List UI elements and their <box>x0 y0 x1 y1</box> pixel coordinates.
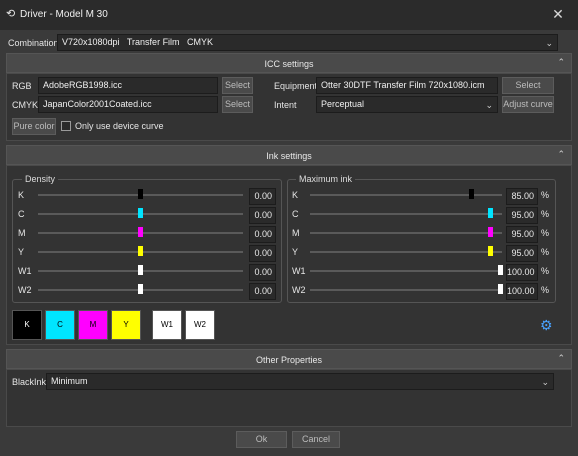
max-ink-value-field[interactable]: 100.00 <box>506 283 538 300</box>
blackink-value: Minimum <box>51 376 88 386</box>
rgb-label: RGB <box>12 81 32 91</box>
cmyk-profile-field[interactable]: JapanColor2001Coated.icc <box>38 96 218 113</box>
density-value-field[interactable]: 0.00 <box>249 207 276 224</box>
max-ink-value-field[interactable]: 95.00 <box>506 226 538 243</box>
max-ink-value-field[interactable]: 100.00 <box>506 264 538 281</box>
ink-swatch-m[interactable]: M <box>78 310 108 340</box>
chevron-up-icon: ⌃ <box>557 57 565 67</box>
max-ink-slider-track[interactable] <box>310 289 502 291</box>
chevron-down-icon: ⌄ <box>485 100 493 110</box>
density-slider-thumb[interactable] <box>138 227 143 237</box>
density-channel-label: W1 <box>18 266 32 276</box>
max-ink-value-field[interactable]: 95.00 <box>506 245 538 262</box>
chevron-down-icon: ⌄ <box>545 38 553 48</box>
max-ink-channel-label: W1 <box>292 266 306 276</box>
ink-swatch-c[interactable]: C <box>45 310 75 340</box>
rgb-profile-field[interactable]: AdobeRGB1998.icc <box>38 77 218 94</box>
footer-bar <box>0 427 578 456</box>
ink-swatch-k[interactable]: K <box>12 310 42 340</box>
density-group-title: Density <box>22 174 59 184</box>
icc-settings-header[interactable]: ICC settings ⌃ <box>6 53 572 73</box>
only-device-curve-checkbox[interactable] <box>61 121 71 131</box>
percent-label: % <box>541 266 550 276</box>
max-ink-channel-label: K <box>292 190 299 200</box>
pure-color-button[interactable]: Pure color <box>12 118 56 135</box>
ink-swatch-w1[interactable]: W1 <box>152 310 182 340</box>
cmyk-select-button[interactable]: Select <box>222 96 253 113</box>
close-icon[interactable]: ✕ <box>548 4 568 24</box>
ok-button[interactable]: Ok <box>236 431 287 448</box>
density-value-field[interactable]: 0.00 <box>249 188 276 205</box>
density-slider-thumb[interactable] <box>138 284 143 294</box>
density-value-field[interactable]: 0.00 <box>249 226 276 243</box>
percent-label: % <box>541 228 550 238</box>
max-ink-value-field[interactable]: 85.00 <box>506 188 538 205</box>
only-device-curve-label: Only use device curve <box>75 121 164 131</box>
percent-label: % <box>541 247 550 257</box>
density-value-field[interactable]: 0.00 <box>249 245 276 262</box>
blackink-label: BlackInk <box>12 377 47 387</box>
adjust-curve-button[interactable]: Adjust curve <box>502 96 554 113</box>
app-icon: ⟲ <box>6 8 16 20</box>
other-properties-header[interactable]: Other Properties ⌃ <box>6 349 572 369</box>
combination-label: Combination <box>8 38 59 48</box>
other-properties-title: Other Properties <box>255 355 323 365</box>
density-channel-label: C <box>18 209 25 219</box>
density-value-field[interactable]: 0.00 <box>249 264 276 281</box>
gear-icon[interactable]: ⚙ <box>540 318 554 332</box>
max-ink-value-field[interactable]: 95.00 <box>506 207 538 224</box>
max-ink-slider-thumb[interactable] <box>487 227 493 237</box>
combination-dropdown[interactable]: V720x1080dpi Transfer Film CMYK ⌄ <box>57 34 558 51</box>
density-channel-label: W2 <box>18 285 32 295</box>
intent-dropdown[interactable]: Perceptual ⌄ <box>316 96 498 113</box>
max-ink-slider-track[interactable] <box>310 213 502 215</box>
density-slider-thumb[interactable] <box>138 189 143 199</box>
chevron-up-icon: ⌃ <box>557 353 565 363</box>
cancel-button[interactable]: Cancel <box>292 431 340 448</box>
chevron-up-icon: ⌃ <box>557 149 565 159</box>
combination-value: V720x1080dpi Transfer Film CMYK <box>62 37 214 47</box>
max-ink-slider-track[interactable] <box>310 232 502 234</box>
max-ink-channel-label: C <box>292 209 299 219</box>
chevron-down-icon: ⌄ <box>541 377 549 387</box>
maximum-ink-group-title: Maximum ink <box>296 174 356 184</box>
density-channel-label: M <box>18 228 26 238</box>
ink-swatch-w2[interactable]: W2 <box>185 310 215 340</box>
rgb-select-button[interactable]: Select <box>222 77 253 94</box>
density-channel-label: K <box>18 190 25 200</box>
max-ink-slider-thumb[interactable] <box>487 246 493 256</box>
window-title: Driver - Model M 30 <box>20 9 108 20</box>
density-value-field[interactable]: 0.00 <box>249 283 276 300</box>
max-ink-slider-thumb[interactable] <box>468 189 474 199</box>
blackink-dropdown[interactable]: Minimum ⌄ <box>46 373 554 390</box>
equipment-label: Equipment <box>274 81 318 91</box>
max-ink-channel-label: M <box>292 228 300 238</box>
density-slider-thumb[interactable] <box>138 265 143 275</box>
max-ink-channel-label: Y <box>292 247 299 257</box>
density-group <box>12 179 282 303</box>
percent-label: % <box>541 190 550 200</box>
intent-value: Perceptual <box>321 99 365 109</box>
percent-label: % <box>541 209 550 219</box>
max-ink-channel-label: W2 <box>292 285 306 295</box>
ink-swatch-y[interactable]: Y <box>111 310 141 340</box>
max-ink-slider-thumb[interactable] <box>487 208 493 218</box>
max-ink-slider-track[interactable] <box>310 251 502 253</box>
intent-label: Intent <box>274 100 297 110</box>
density-channel-label: Y <box>18 247 25 257</box>
cmyk-label: CMYK <box>12 100 39 110</box>
max-ink-slider-thumb[interactable] <box>497 265 503 275</box>
ink-settings-title: Ink settings <box>266 151 312 161</box>
icc-settings-title: ICC settings <box>264 59 314 69</box>
density-slider-thumb[interactable] <box>138 208 143 218</box>
equipment-profile-field[interactable]: Otter 30DTF Transfer Film 720x1080.icm <box>316 77 498 94</box>
density-slider-thumb[interactable] <box>138 246 143 256</box>
percent-label: % <box>541 285 550 295</box>
equipment-select-button[interactable]: Select <box>502 77 554 94</box>
max-ink-slider-track[interactable] <box>310 270 502 272</box>
max-ink-slider-thumb[interactable] <box>497 284 503 294</box>
ink-settings-header[interactable]: Ink settings ⌃ <box>6 145 572 165</box>
